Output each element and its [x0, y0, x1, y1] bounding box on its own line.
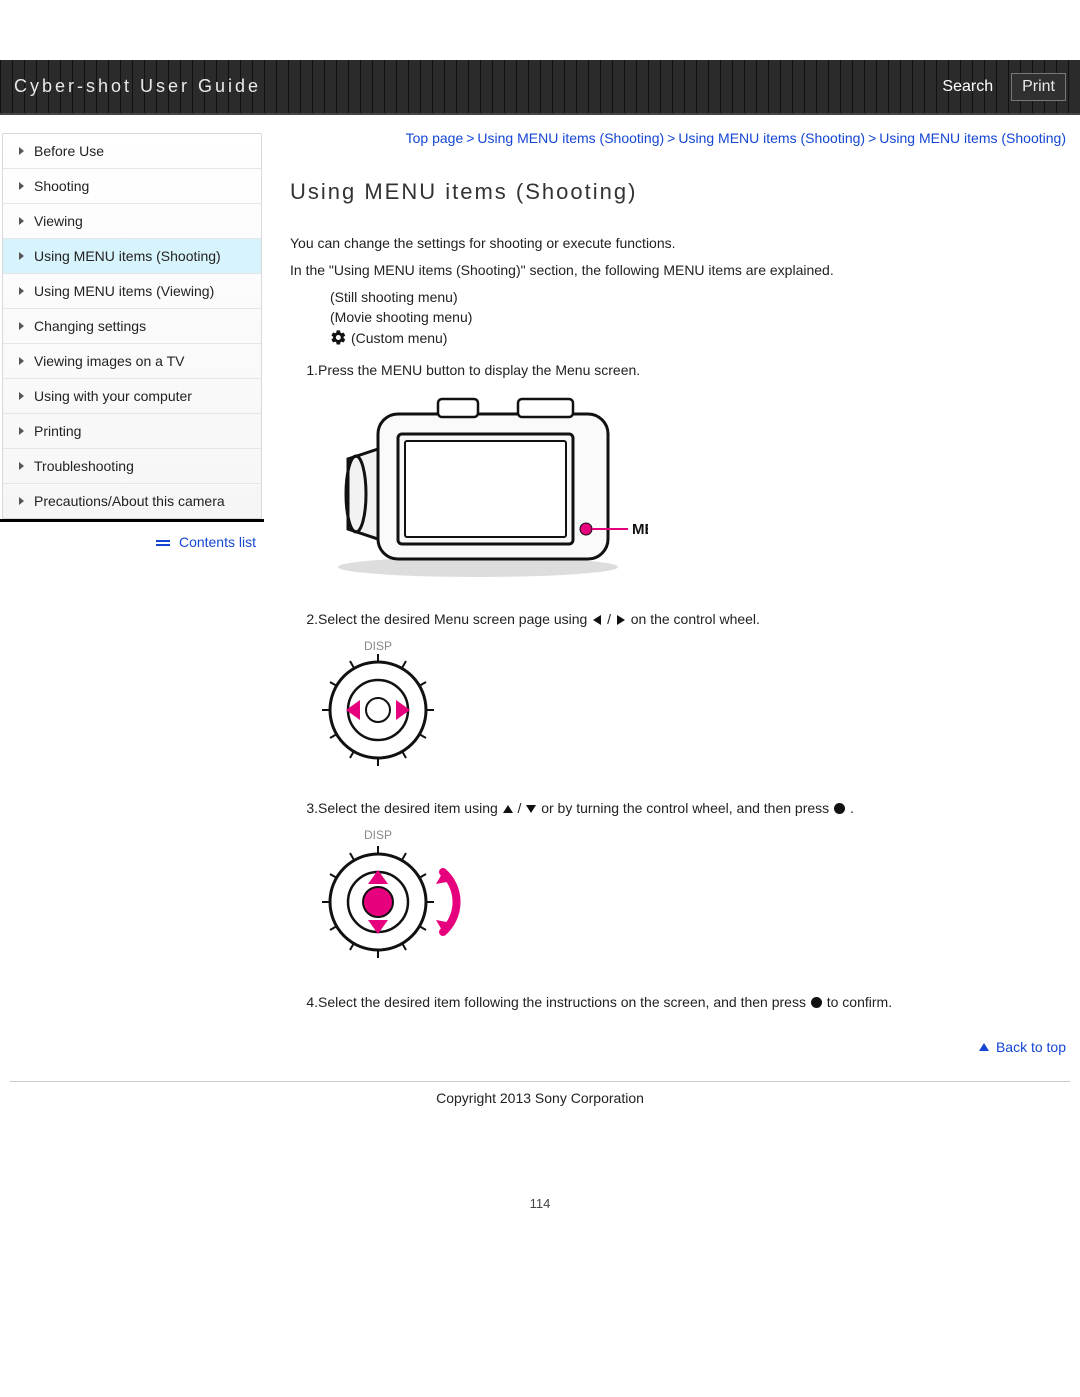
slash-sep: /	[518, 800, 526, 816]
sidebar-item-computer[interactable]: Using with your computer	[3, 379, 261, 414]
step-2-text-b: on the control wheel.	[631, 611, 760, 627]
sidebar-item-viewing[interactable]: Viewing	[3, 204, 261, 239]
sidebar-item-changing-settings[interactable]: Changing settings	[3, 309, 261, 344]
disp-label-1: DISP	[364, 639, 392, 653]
page-number: 114	[0, 1196, 1080, 1231]
contents-list-icon	[156, 540, 170, 546]
back-to-top-link[interactable]: Back to top	[996, 1039, 1066, 1055]
chevron-right-icon	[19, 182, 24, 190]
header-bar: Cyber-shot User Guide Search Print	[0, 60, 1080, 115]
copyright-text: Copyright 2013 Sony Corporation	[0, 1082, 1080, 1196]
sidebar-item-label: Shooting	[34, 178, 89, 194]
sidebar-item-label: Changing settings	[34, 318, 146, 334]
print-button[interactable]: Print	[1011, 73, 1066, 101]
menu-custom: (Custom menu)	[330, 327, 1066, 348]
step-1-text: Press the MENU button to display the Men…	[318, 362, 640, 378]
triangle-down-icon	[525, 803, 537, 815]
sidebar-item-label: Using with your computer	[34, 388, 192, 404]
step-3-text-b: or by turning the control wheel, and the…	[541, 800, 833, 816]
intro-line-2: In the "Using MENU items (Shooting)" sec…	[290, 260, 1066, 281]
triangle-right-icon	[615, 614, 627, 626]
sidebar-item-precautions[interactable]: Precautions/About this camera	[3, 484, 261, 518]
breadcrumb-item[interactable]: Using MENU items (Shooting)	[477, 130, 664, 146]
sidebar-item-label: Using MENU items (Viewing)	[34, 283, 214, 299]
step-3: Select the desired item using / or by tu…	[290, 794, 1066, 988]
chevron-right-icon	[19, 462, 24, 470]
chevron-right-icon	[19, 287, 24, 295]
menu-custom-label: (Custom menu)	[351, 330, 447, 346]
sidebar-item-menu-shooting[interactable]: Using MENU items (Shooting)	[3, 239, 261, 274]
center-dot-icon	[810, 996, 823, 1009]
sidebar-item-label: Using MENU items (Shooting)	[34, 248, 221, 264]
figure-menu-label: MENU	[632, 521, 648, 538]
breadcrumb: Top page>Using MENU items (Shooting)>Usi…	[290, 127, 1066, 149]
center-dot-icon	[833, 802, 846, 815]
breadcrumb-item[interactable]: Using MENU items (Shooting)	[879, 130, 1066, 146]
sidebar-item-label: Troubleshooting	[34, 458, 134, 474]
triangle-up-icon	[502, 803, 514, 815]
step-1: Press the MENU button to display the Men…	[290, 356, 1066, 605]
slash-sep: /	[607, 611, 615, 627]
step-3-period: .	[850, 800, 854, 816]
breadcrumb-item[interactable]: Top page	[406, 130, 464, 146]
sidebar: Before Use Shooting Viewing Using MENU i…	[0, 115, 264, 1075]
chevron-right-icon	[19, 147, 24, 155]
menu-still: (Still shooting menu)	[330, 287, 1066, 307]
chevron-right-icon	[19, 322, 24, 330]
chevron-right-icon	[19, 217, 24, 225]
header-title: Cyber-shot User Guide	[14, 76, 261, 97]
contents-list-link[interactable]: Contents list	[179, 534, 256, 550]
sidebar-item-label: Viewing images on a TV	[34, 353, 184, 369]
sidebar-item-shooting[interactable]: Shooting	[3, 169, 261, 204]
sidebar-item-menu-viewing[interactable]: Using MENU items (Viewing)	[3, 274, 261, 309]
sidebar-item-label: Printing	[34, 423, 81, 439]
chevron-right-icon	[19, 497, 24, 505]
menu-movie-label: (Movie shooting menu)	[330, 309, 472, 325]
top-spacer	[0, 0, 1080, 60]
page-title: Using MENU items (Shooting)	[290, 179, 1066, 205]
menu-still-label: (Still shooting menu)	[330, 289, 458, 305]
sidebar-item-viewing-tv[interactable]: Viewing images on a TV	[3, 344, 261, 379]
chevron-right-icon	[19, 392, 24, 400]
search-link[interactable]: Search	[942, 78, 993, 96]
sidebar-item-label: Viewing	[34, 213, 83, 229]
breadcrumb-item[interactable]: Using MENU items (Shooting)	[678, 130, 865, 146]
step-3-text-a: Select the desired item using	[318, 800, 502, 816]
menu-movie: (Movie shooting menu)	[330, 307, 1066, 327]
figure-wheel-ud: DISP	[318, 827, 1066, 968]
step-4-text-b: to confirm.	[827, 994, 892, 1010]
step-4-text-a: Select the desired item following the in…	[318, 994, 810, 1010]
main-content: Top page>Using MENU items (Shooting)>Usi…	[264, 115, 1070, 1075]
figure-camera: MENU	[318, 389, 1066, 585]
sidebar-item-troubleshooting[interactable]: Troubleshooting	[3, 449, 261, 484]
step-2: Select the desired Menu screen page usin…	[290, 605, 1066, 794]
disp-label-2: DISP	[364, 828, 392, 842]
intro-line-1: You can change the settings for shooting…	[290, 233, 1066, 254]
sidebar-item-before-use[interactable]: Before Use	[3, 134, 261, 169]
step-4: Select the desired item following the in…	[290, 988, 1066, 1027]
intro-block: You can change the settings for shooting…	[290, 233, 1066, 348]
steps-list: Press the MENU button to display the Men…	[290, 356, 1066, 1027]
nav-list: Before Use Shooting Viewing Using MENU i…	[2, 133, 262, 519]
chevron-right-icon	[19, 427, 24, 435]
chevron-right-icon	[19, 252, 24, 260]
gear-icon	[330, 329, 347, 346]
step-2-text-a: Select the desired Menu screen page usin…	[318, 611, 591, 627]
sidebar-item-label: Precautions/About this camera	[34, 493, 225, 509]
triangle-left-icon	[591, 614, 603, 626]
figure-wheel-lr: DISP	[318, 638, 1066, 774]
chevron-right-icon	[19, 357, 24, 365]
sidebar-item-printing[interactable]: Printing	[3, 414, 261, 449]
triangle-up-icon	[979, 1043, 989, 1051]
sidebar-item-label: Before Use	[34, 143, 104, 159]
